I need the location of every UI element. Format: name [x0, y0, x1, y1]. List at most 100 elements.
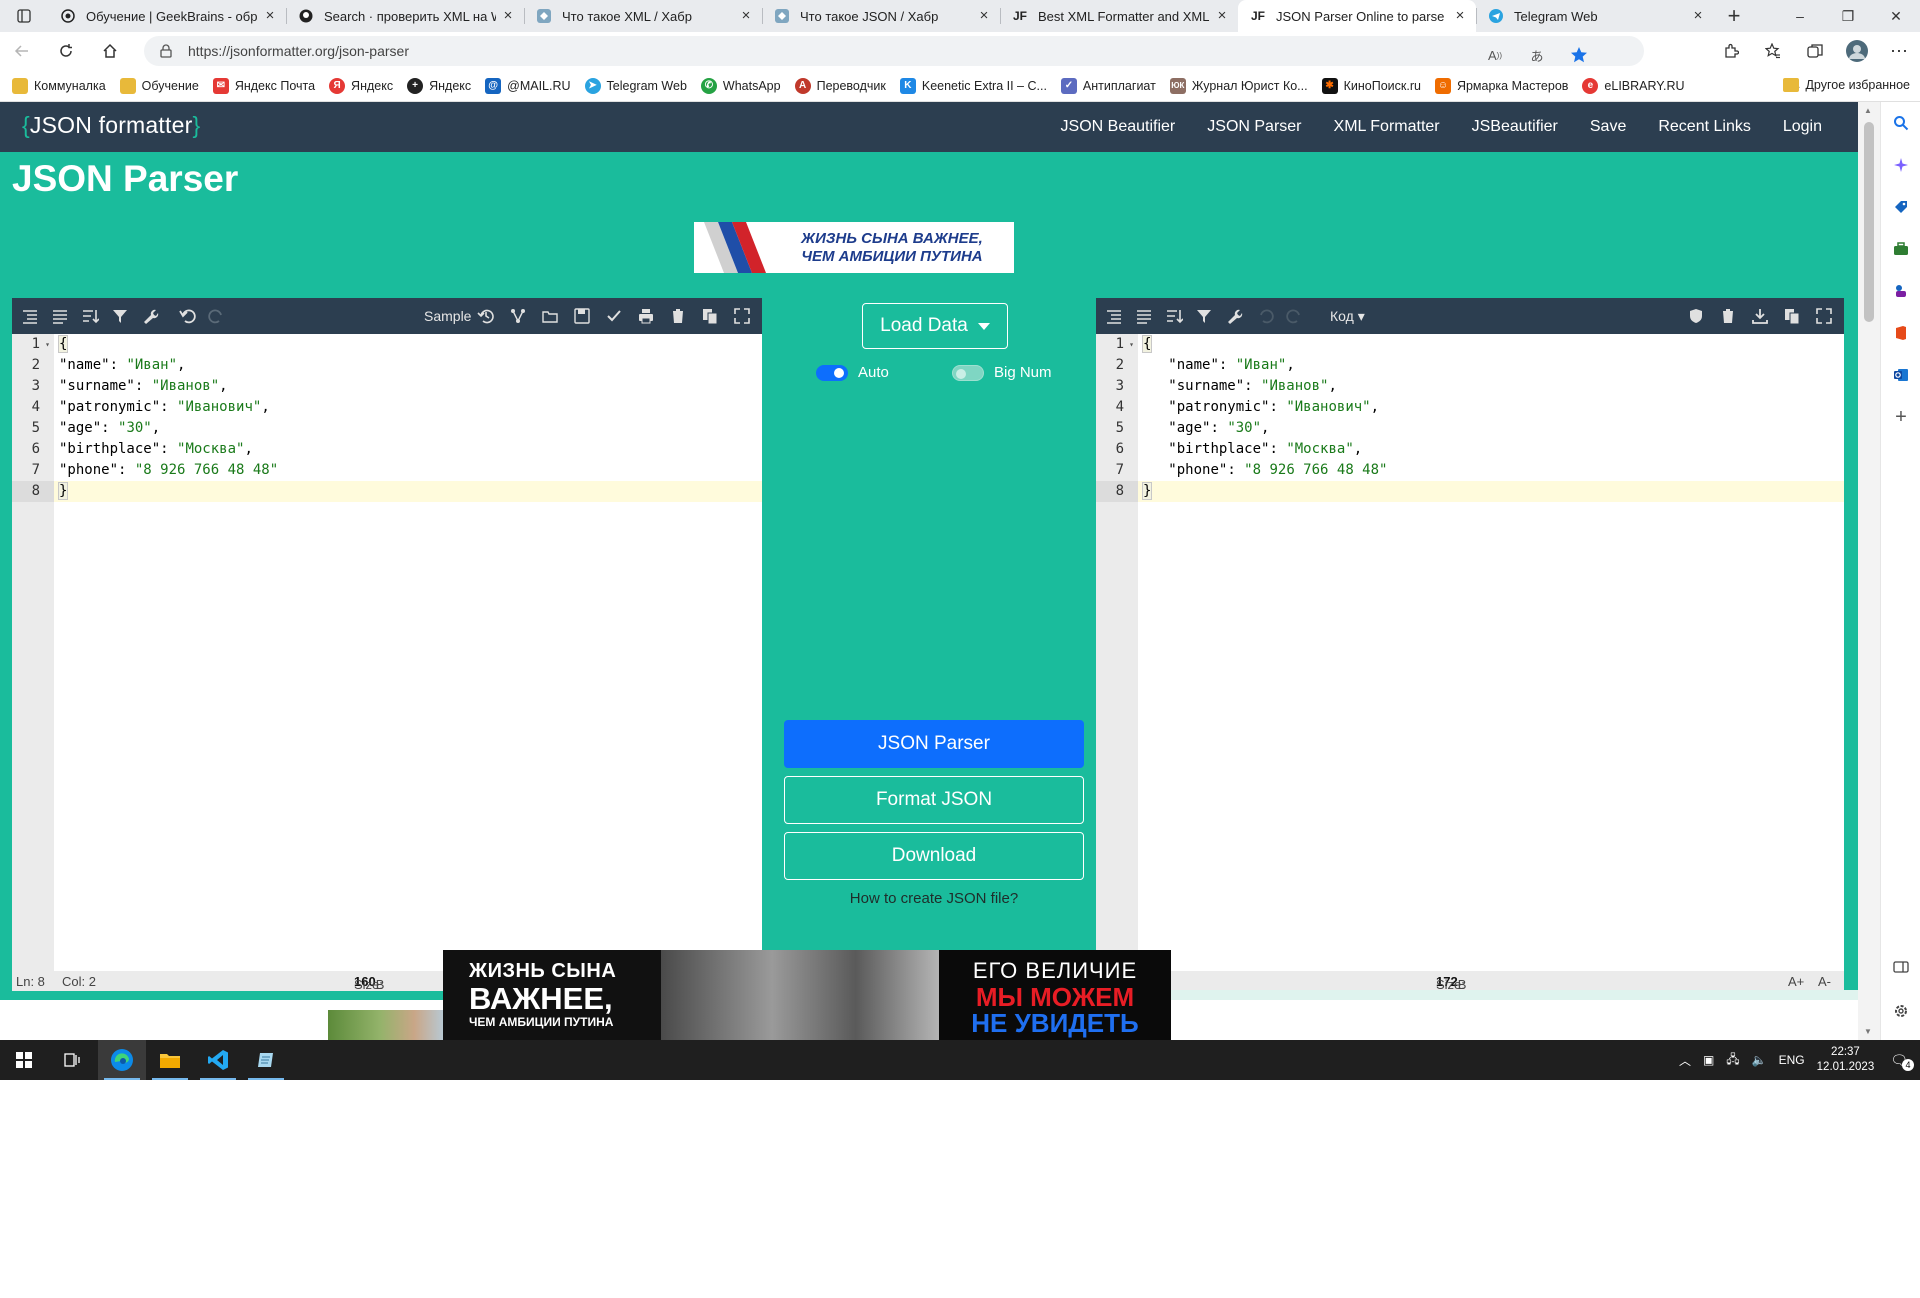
scrollbar-thumb[interactable] — [1864, 122, 1874, 322]
close-tab-icon[interactable]: × — [500, 8, 516, 24]
tab-habr-json[interactable]: Что такое JSON / Хабр × — [762, 0, 1000, 32]
download-button[interactable]: Download — [784, 832, 1084, 880]
extensions-icon[interactable] — [1710, 32, 1752, 70]
bookmark-item[interactable]: ЮК Журнал Юрист Ко... — [1169, 77, 1308, 94]
network-icon[interactable]: 🖧 — [1726, 1050, 1739, 1071]
restore-icon[interactable]: ❐ — [1824, 0, 1872, 32]
font-increase-button[interactable]: A+ — [1788, 974, 1804, 989]
format-json-button[interactable]: Format JSON — [784, 776, 1084, 824]
format-icon[interactable] — [1100, 298, 1128, 334]
taskbar-edge[interactable] — [98, 1040, 146, 1080]
bookmark-item[interactable]: @ @MAIL.RU — [485, 77, 571, 94]
redo-icon[interactable] — [1280, 298, 1308, 334]
redo-icon[interactable] — [202, 298, 230, 334]
bignum-switch[interactable] — [952, 364, 984, 381]
bookmark-item[interactable]: Я Яндекс — [329, 77, 393, 94]
filter-icon[interactable] — [1190, 298, 1218, 334]
bookmark-item[interactable]: + Яндекс — [407, 77, 471, 94]
fullscreen-icon[interactable] — [1810, 298, 1838, 334]
close-tab-icon[interactable]: × — [1690, 8, 1706, 24]
font-decrease-button[interactable]: A- — [1818, 974, 1831, 989]
bookmark-item[interactable]: ☺ Ярмарка Мастеров — [1434, 77, 1568, 94]
taskbar-vscode[interactable] — [194, 1040, 242, 1080]
office-icon[interactable] — [1881, 312, 1920, 354]
clock[interactable]: 22:37 12.01.2023 — [1817, 1045, 1875, 1075]
bookmark-item[interactable]: e eLIBRARY.RU — [1582, 77, 1685, 94]
repair-wrench-icon[interactable] — [1220, 298, 1248, 334]
save-icon[interactable] — [568, 298, 596, 334]
bookmark-item[interactable]: ➤ Telegram Web — [584, 77, 687, 94]
bookmark-item[interactable]: ✱ КиноПоиск.ru — [1321, 77, 1421, 94]
new-tab-button[interactable]: + — [1714, 3, 1754, 29]
bookmark-item[interactable]: Коммуналка — [12, 77, 106, 94]
nav-json-beautifier[interactable]: JSON Beautifier — [1061, 118, 1176, 136]
auto-switch[interactable] — [816, 364, 848, 381]
site-logo[interactable]: {JSON formatter} — [22, 112, 200, 139]
home-button[interactable] — [88, 32, 132, 70]
split-screen-icon[interactable] — [1881, 946, 1920, 988]
sort-icon[interactable] — [76, 298, 104, 334]
fullscreen-icon[interactable] — [728, 298, 756, 334]
open-folder-icon[interactable] — [536, 298, 564, 334]
camera-icon[interactable]: ▣ — [1703, 1053, 1714, 1067]
history-icon[interactable] — [472, 298, 500, 334]
favorites-icon[interactable] — [1752, 32, 1794, 70]
tab-geekbrains[interactable]: Обучение | GeekBrains - образо × — [48, 0, 286, 32]
shopping-tag-icon[interactable] — [1881, 186, 1920, 228]
sample-button[interactable]: Sample — [424, 308, 471, 324]
profile-avatar[interactable] — [1836, 32, 1878, 70]
volume-icon[interactable]: 🔈 — [1752, 1053, 1767, 1067]
undo-icon[interactable] — [1252, 298, 1280, 334]
delete-trash-icon[interactable] — [664, 298, 692, 334]
bookmark-item[interactable]: Обучение — [119, 77, 199, 94]
copilot-icon[interactable] — [1881, 144, 1920, 186]
bookmark-item[interactable]: K Keenetic Extra II – C... — [899, 77, 1047, 94]
url-field[interactable]: https://jsonformatter.org/json-parser — [144, 36, 1644, 66]
delete-trash-icon[interactable] — [1714, 298, 1742, 334]
bookmark-item[interactable]: ✉ Яндекс Почта — [212, 77, 315, 94]
shield-icon[interactable] — [1682, 298, 1710, 334]
print-icon[interactable] — [632, 298, 660, 334]
close-tab-icon[interactable]: × — [976, 8, 992, 24]
bookmark-item[interactable]: ✓ Антиплагиат — [1060, 77, 1156, 94]
how-to-create-json-link[interactable]: How to create JSON file? — [784, 890, 1084, 907]
close-window-icon[interactable]: ✕ — [1872, 0, 1920, 32]
close-tab-icon[interactable]: × — [1452, 8, 1468, 24]
taskbar-explorer[interactable] — [146, 1040, 194, 1080]
bignum-toggle[interactable]: Big Num — [952, 364, 1052, 381]
auto-toggle[interactable]: Auto — [816, 364, 889, 381]
format-icon[interactable] — [16, 298, 44, 334]
close-tab-icon[interactable]: × — [738, 8, 754, 24]
scroll-up-icon[interactable]: ▲ — [1864, 106, 1872, 115]
copy-icon[interactable] — [1778, 298, 1806, 334]
tools-briefcase-icon[interactable] — [1881, 228, 1920, 270]
sort-icon[interactable] — [1160, 298, 1188, 334]
copy-icon[interactable] — [696, 298, 724, 334]
taskbar-notepad[interactable] — [242, 1040, 290, 1080]
read-aloud-icon[interactable]: A)) — [1474, 36, 1516, 74]
games-icon[interactable] — [1881, 270, 1920, 312]
bookmark-item[interactable]: ✆ WhatsApp — [700, 77, 781, 94]
task-view-button[interactable] — [48, 1040, 96, 1080]
validate-check-icon[interactable] — [600, 298, 628, 334]
graph-icon[interactable] — [504, 298, 532, 334]
refresh-button[interactable] — [44, 32, 88, 70]
back-button[interactable] — [0, 32, 44, 70]
tab-telegram[interactable]: Telegram Web × — [1476, 0, 1714, 32]
tab-json-parser[interactable]: JF JSON Parser Online to parse JSO × — [1238, 0, 1476, 32]
more-menu-icon[interactable]: ⋯ — [1878, 32, 1920, 70]
output-code-area[interactable]: { "name": "Иван", "surname": "Иванов", "… — [1138, 334, 1844, 971]
notification-center[interactable]: 🗨 4 — [1890, 1052, 1914, 1071]
add-icon[interactable]: + — [1881, 396, 1920, 438]
scroll-down-icon[interactable]: ▼ — [1864, 1027, 1872, 1036]
collections-icon[interactable] — [1794, 32, 1836, 70]
tab-xml-formatter[interactable]: JF Best XML Formatter and XML Be × — [1000, 0, 1238, 32]
tab-github[interactable]: Search · проверить XML на Web × — [286, 0, 524, 32]
start-button[interactable] — [0, 1040, 48, 1080]
outlook-icon[interactable] — [1881, 354, 1920, 396]
minimize-icon[interactable]: – — [1776, 0, 1824, 32]
page-scrollbar[interactable]: ▲ ▼ — [1858, 102, 1880, 1040]
translate-icon[interactable]: あ — [1516, 36, 1558, 74]
nav-json-parser[interactable]: JSON Parser — [1207, 118, 1301, 136]
bookmark-item[interactable]: A Переводчик — [794, 77, 886, 94]
